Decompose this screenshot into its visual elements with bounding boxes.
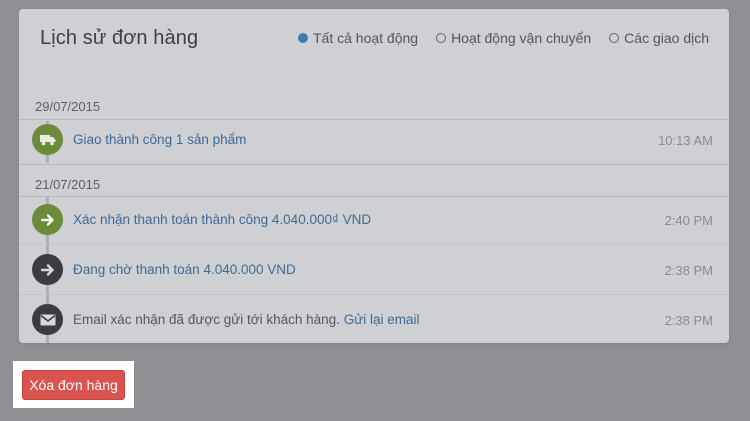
resend-email-link[interactable]: Gửi lại email (344, 312, 420, 327)
arrow-right-icon (32, 204, 63, 235)
radio-icon (436, 33, 447, 43)
timeline-event: Đang chờ thanh toán 4.040.000 VND 2:38 P… (19, 245, 729, 295)
event-time: 2:40 PM (664, 213, 713, 228)
filter-label: Hoạt động vận chuyển (451, 30, 592, 46)
filter-shipping-activities[interactable]: Hoạt động vận chuyển (436, 30, 591, 46)
timeline-event: Xác nhận thanh toán thành công 4.040.000… (19, 195, 729, 245)
delete-order-highlight: Xóa đơn hàng (13, 361, 134, 408)
timeline-event: Giao thành công 1 sản phẩm 10:13 AM (19, 115, 729, 165)
date-header: 21/07/2015 (19, 164, 729, 197)
page-title: Lịch sử đơn hàng (40, 27, 199, 49)
filter-all-activities[interactable]: Tất cả hoạt động (297, 30, 419, 46)
activity-filter: Tất cả hoạt động Hoạt động vận chuyển Cá… (297, 30, 709, 46)
arrow-right-icon (32, 254, 63, 285)
filter-label: Các giao dịch (624, 30, 709, 46)
filter-transactions[interactable]: Các giao dịch (609, 30, 709, 46)
event-description: Email xác nhận đã được gửi tới khách hàn… (73, 312, 420, 327)
event-time: 2:38 PM (664, 313, 713, 328)
filter-label: Tất cả hoạt động (312, 30, 419, 46)
event-time: 10:13 AM (658, 133, 713, 148)
event-description: Xác nhận thanh toán thành công 4.040.000… (73, 212, 372, 227)
event-text: Email xác nhận đã được gửi tới khách hàn… (73, 312, 340, 327)
event-description: Đang chờ thanh toán 4.040.000 VND (73, 262, 296, 277)
card-header: Lịch sử đơn hàng Tất cả hoạt động Hoạt đ… (19, 9, 729, 69)
delete-order-button[interactable]: Xóa đơn hàng (22, 370, 125, 400)
envelope-icon (32, 304, 63, 335)
event-description: Giao thành công 1 sản phẩm (73, 132, 247, 147)
event-time: 2:38 PM (664, 263, 713, 278)
radio-selected-icon (297, 33, 308, 43)
truck-icon (32, 124, 63, 155)
timeline-event: Email xác nhận đã được gửi tới khách hàn… (19, 295, 729, 345)
order-history-card: Lịch sử đơn hàng Tất cả hoạt động Hoạt đ… (19, 9, 729, 343)
radio-icon (609, 33, 620, 43)
